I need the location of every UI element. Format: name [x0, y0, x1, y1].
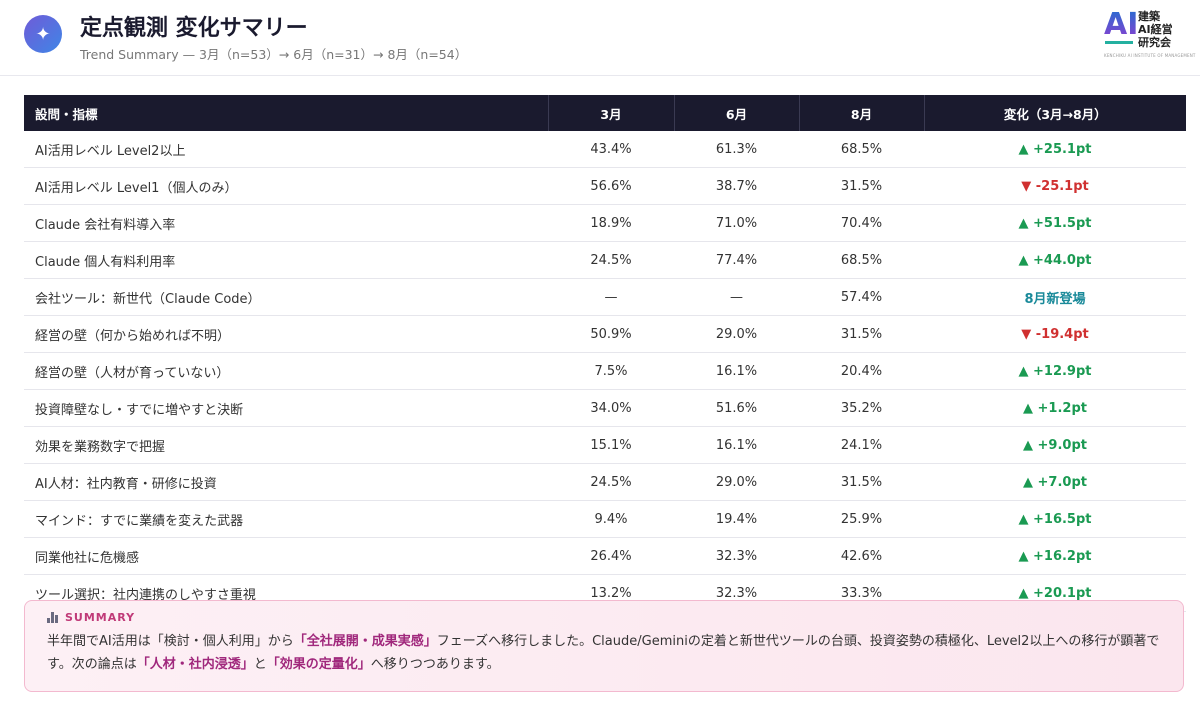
cell-change: ▲ +1.2pt — [924, 389, 1186, 427]
row-label: AI人材：社内教育・研修に投資 — [24, 463, 548, 501]
cell-aug: 20.4% — [799, 352, 924, 390]
cell-aug: 42.6% — [799, 537, 924, 575]
summary-heading-row: SUMMARY — [47, 611, 1161, 624]
table-row: マインド：すでに業績を変えた武器 9.4% 19.4% 25.9% ▲ +16.5pt — [24, 500, 1186, 538]
cell-mar: 50.9% — [548, 315, 674, 353]
highlight-quantify: 「効果の定量化」 — [266, 657, 371, 672]
cell-change: ▼ -25.1pt — [924, 167, 1186, 205]
cell-mar: 24.5% — [548, 463, 674, 501]
row-label: Claude 個人有料利用率 — [24, 241, 548, 279]
cell-change: ▲ +16.2pt — [924, 537, 1186, 575]
highlight-phase: 「全社展開・成果実感」 — [293, 634, 437, 649]
cell-jun: 71.0% — [674, 204, 799, 242]
cell-change: ▲ +44.0pt — [924, 241, 1186, 279]
column-header-aug: 8月 — [799, 95, 925, 131]
cell-jun: — — [674, 278, 799, 316]
cell-aug: 57.4% — [799, 278, 924, 316]
column-header-jun: 6月 — [674, 95, 800, 131]
cell-change: ▲ +9.0pt — [924, 426, 1186, 464]
summary-text: 半年間でAI活用は「検討・個人利用」から「全社展開・成果実感」フェーズへ移行しま… — [47, 634, 1160, 672]
table-row: AI活用レベル Level1（個人のみ） 56.6% 38.7% 31.5% ▼ -25… — [24, 167, 1186, 205]
cell-mar: 9.4% — [548, 500, 674, 538]
cell-jun: 77.4% — [674, 241, 799, 279]
table-row: 経営の壁（何から始めれば不明） 50.9% 29.0% 31.5% ▼ -19.4pt — [24, 315, 1186, 353]
table-row: 経営の壁（人材が育っていない） 7.5% 16.1% 20.4% ▲ +12.9pt — [24, 352, 1186, 390]
column-header-mar: 3月 — [548, 95, 675, 131]
cell-jun: 29.0% — [674, 315, 799, 353]
cell-jun: 16.1% — [674, 352, 799, 390]
brand-name: 建築 AI経営 研究会 — [1138, 10, 1173, 49]
cell-change: ▼ -19.4pt — [924, 315, 1186, 353]
row-label: 会社ツール：新世代（Claude Code） — [24, 278, 548, 316]
row-label: 経営の壁（何から始めれば不明） — [24, 315, 548, 353]
row-label: 投資障壁なし・すでに増やすと決断 — [24, 389, 548, 427]
table-row: Claude 個人有料利用率 24.5% 77.4% 68.5% ▲ +44.0pt — [24, 241, 1186, 279]
cell-change: ▲ +7.0pt — [924, 463, 1186, 501]
cell-jun: 32.3% — [674, 537, 799, 575]
cell-mar: 18.9% — [548, 204, 674, 242]
cell-aug: 31.5% — [799, 315, 924, 353]
cell-mar: — — [548, 278, 674, 316]
row-label: AI活用レベル Level1（個人のみ） — [24, 167, 548, 205]
table-row: 同業他社に危機感 26.4% 32.3% 42.6% ▲ +16.2pt — [24, 537, 1186, 575]
table-row: Claude 会社有料導入率 18.9% 71.0% 70.4% ▲ +51.5pt — [24, 204, 1186, 242]
summary-heading: SUMMARY — [65, 611, 136, 624]
bar-chart-icon — [47, 612, 59, 623]
table-body: AI活用レベル Level2以上 43.4% 61.3% 68.5% ▲ +25.1pt… — [24, 131, 1186, 612]
cell-mar: 15.1% — [548, 426, 674, 464]
table-row: 投資障壁なし・すでに増やすと決断 34.0% 51.6% 35.2% ▲ +1.2pt — [24, 389, 1186, 427]
page-subtitle: Trend Summary — 3月（n=53）→ 6月（n=31）→ 8月（n… — [80, 47, 468, 62]
cell-aug: 31.5% — [799, 463, 924, 501]
cell-aug: 25.9% — [799, 500, 924, 538]
trend-table: 設問・指標 3月 6月 8月 変化（3月→8月） AI活用レベル Level2以… — [24, 95, 1186, 612]
cell-change: ▲ +25.1pt — [924, 131, 1186, 168]
cell-mar: 7.5% — [548, 352, 674, 390]
row-label: 効果を業務数字で把握 — [24, 426, 548, 464]
cell-mar: 24.5% — [548, 241, 674, 279]
brand-underline — [1105, 41, 1133, 44]
summary-box: SUMMARY 半年間でAI活用は「検討・個人利用」から「全社展開・成果実感」フ… — [24, 600, 1184, 692]
table-row: AI活用レベル Level2以上 43.4% 61.3% 68.5% ▲ +25.1pt — [24, 131, 1186, 168]
brand-tagline: KENCHIKU AI INSTITUTE OF MANAGEMENT — [1104, 53, 1196, 58]
highlight-talent: 「人材・社内浸透」 — [136, 657, 254, 672]
cell-mar: 26.4% — [548, 537, 674, 575]
table-header-row: 設問・指標 3月 6月 8月 変化（3月→8月） — [24, 95, 1186, 131]
cell-mar: 34.0% — [548, 389, 674, 427]
table-row: AI人材：社内教育・研修に投資 24.5% 29.0% 31.5% ▲ +7.0pt — [24, 463, 1186, 501]
cell-mar: 43.4% — [548, 131, 674, 168]
cell-aug: 68.5% — [799, 131, 924, 168]
cell-aug: 70.4% — [799, 204, 924, 242]
row-label: 同業他社に危機感 — [24, 537, 548, 575]
row-label: AI活用レベル Level2以上 — [24, 131, 548, 168]
cell-change: ▲ +51.5pt — [924, 204, 1186, 242]
row-label: マインド：すでに業績を変えた武器 — [24, 500, 548, 538]
cell-change: ▲ +12.9pt — [924, 352, 1186, 390]
cell-jun: 16.1% — [674, 426, 799, 464]
column-header-change: 変化（3月→8月） — [924, 95, 1186, 131]
cell-jun: 38.7% — [674, 167, 799, 205]
cell-jun: 29.0% — [674, 463, 799, 501]
cell-aug: 68.5% — [799, 241, 924, 279]
cell-jun: 51.6% — [674, 389, 799, 427]
brand-ai-text: AI — [1104, 7, 1139, 42]
page-header: ✦ 定点観測 変化サマリー Trend Summary — 3月（n=53）→ … — [0, 0, 1200, 76]
sparkle-icon: ✦ — [24, 15, 62, 53]
row-label: Claude 会社有料導入率 — [24, 204, 548, 242]
cell-jun: 19.4% — [674, 500, 799, 538]
cell-aug: 31.5% — [799, 167, 924, 205]
column-header-item: 設問・指標 — [24, 95, 549, 131]
cell-aug: 35.2% — [799, 389, 924, 427]
brand-logo: AI 建築 AI経営 研究会 KENCHIKU AI INSTITUTE OF … — [1104, 7, 1195, 60]
cell-change: 8月新登場 — [924, 278, 1186, 316]
page-title: 定点観測 変化サマリー — [80, 16, 308, 41]
cell-aug: 24.1% — [799, 426, 924, 464]
cell-mar: 56.6% — [548, 167, 674, 205]
cell-jun: 61.3% — [674, 131, 799, 168]
row-label: 経営の壁（人材が育っていない） — [24, 352, 548, 390]
cell-change: ▲ +16.5pt — [924, 500, 1186, 538]
table-row: 会社ツール：新世代（Claude Code） — —57.4% 8月新登場 — [24, 278, 1186, 316]
table-row: 効果を業務数字で把握 15.1% 16.1% 24.1% ▲ +9.0pt — [24, 426, 1186, 464]
